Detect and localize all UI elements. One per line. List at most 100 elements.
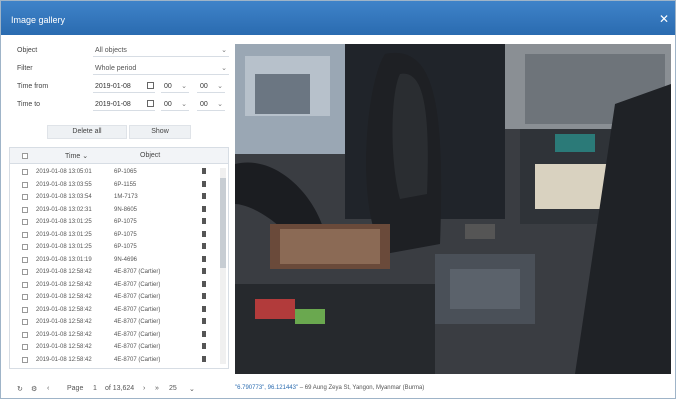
time-column-label: Time: [65, 153, 81, 160]
calendar-icon[interactable]: [147, 82, 154, 89]
image-gallery-window: Image gallery ✕ Object All objects ⌄ Fil…: [0, 0, 676, 399]
object-select[interactable]: All objects ⌄: [93, 44, 229, 57]
table-row[interactable]: 2019-01-08 12:58:42 4E-8707 (Cartier): [10, 291, 210, 304]
time-to-date-value: 2019-01-08: [95, 101, 131, 108]
trash-icon[interactable]: [202, 305, 206, 312]
row-checkbox[interactable]: [22, 281, 28, 288]
row-checkbox[interactable]: [22, 306, 28, 313]
table-row[interactable]: 2019-01-08 12:58:42 4E-8707 (Cartier): [10, 329, 210, 342]
row-checkbox[interactable]: [22, 169, 28, 175]
row-time: 2019-01-08 13:03:55: [36, 181, 92, 188]
camera-image: [235, 44, 671, 374]
trash-icon[interactable]: [202, 293, 206, 299]
time-from-minute-value: 00: [200, 83, 208, 90]
row-time: 2019-01-08 12:58:42: [36, 281, 92, 288]
trash-icon[interactable]: [202, 280, 206, 287]
page-total: of 13,624: [105, 385, 135, 392]
row-time: 2019-01-08 12:58:42: [36, 356, 92, 363]
object-value: All objects: [95, 47, 127, 54]
trash-icon[interactable]: [202, 230, 206, 237]
table-row[interactable]: 2019-01-08 13:05:01 6P-1065: [10, 166, 210, 179]
location-coordinates-link[interactable]: "6.790773", 96.121443": [235, 385, 298, 391]
show-button[interactable]: Show: [129, 125, 191, 139]
table-row[interactable]: 2019-01-08 13:02:31 9N-8605: [10, 204, 210, 217]
time-to-minute[interactable]: 00 ⌄: [197, 98, 225, 111]
row-checkbox[interactable]: [22, 181, 28, 188]
time-to-hour[interactable]: 00 ⌄: [161, 98, 189, 111]
table-row[interactable]: 2019-01-08 12:58:42 4E-8707 (Cartier): [10, 341, 210, 354]
trash-icon[interactable]: [202, 330, 206, 337]
table-row[interactable]: 2019-01-08 12:58:42 4E-8707 (Cartier): [10, 354, 210, 367]
calendar-icon[interactable]: [147, 100, 154, 107]
time-from-minute[interactable]: 00 ⌄: [197, 80, 225, 93]
table-row[interactable]: 2019-01-08 13:01:25 6P-1075: [10, 216, 210, 229]
time-column-header[interactable]: Time ⌄: [65, 152, 88, 160]
table-row[interactable]: 2019-01-08 13:01:25 6P-1075: [10, 229, 210, 242]
row-object: 6P-1075: [114, 244, 137, 250]
row-object: 4E-8707 (Cartier): [114, 344, 161, 350]
per-page-select[interactable]: 25: [169, 385, 177, 392]
trash-icon[interactable]: [202, 218, 206, 224]
trash-icon[interactable]: [202, 355, 206, 362]
scrollbar[interactable]: [220, 168, 226, 364]
page-input[interactable]: 1: [93, 385, 97, 392]
table-row[interactable]: 2019-01-08 12:58:42 4E-8707 (Cartier): [10, 279, 210, 292]
row-checkbox[interactable]: [22, 319, 28, 325]
row-checkbox[interactable]: [22, 231, 28, 238]
time-from-date[interactable]: 2019-01-08: [93, 80, 155, 93]
window-title: Image gallery: [11, 15, 66, 25]
table-row[interactable]: 2019-01-08 13:03:55 6P-1155: [10, 179, 210, 192]
delete-all-button[interactable]: Delete all: [47, 125, 127, 139]
image-list-table: Time ⌄ Object 2019-01-08 13:05:01 6P-1065…: [9, 147, 229, 369]
time-to-minute-value: 00: [200, 101, 208, 108]
row-time: 2019-01-08 12:58:42: [36, 319, 92, 325]
scrollbar-thumb[interactable]: [220, 178, 226, 268]
row-checkbox[interactable]: [22, 194, 28, 200]
trash-icon[interactable]: [202, 243, 206, 249]
previous-page-icon[interactable]: ‹: [47, 385, 49, 392]
trash-icon[interactable]: [202, 168, 206, 174]
trash-icon[interactable]: [202, 205, 206, 212]
table-row[interactable]: 2019-01-08 12:58:42 4E-8707 (Cartier): [10, 304, 210, 317]
close-icon[interactable]: ✕: [659, 12, 669, 26]
row-checkbox[interactable]: [22, 219, 28, 225]
table-row[interactable]: 2019-01-08 12:58:42 4E-8707 (Cartier): [10, 266, 210, 279]
trash-icon[interactable]: [202, 193, 206, 199]
page-settings-icon[interactable]: ⚙: [31, 385, 37, 393]
row-object: 6P-1075: [114, 231, 137, 238]
row-time: 2019-01-08 12:58:42: [36, 269, 92, 275]
filter-select[interactable]: Whole period ⌄: [93, 62, 229, 75]
select-all-checkbox[interactable]: [22, 153, 28, 159]
row-checkbox[interactable]: [22, 269, 28, 275]
row-checkbox[interactable]: [22, 244, 28, 250]
refresh-icon[interactable]: ↻: [17, 385, 23, 393]
time-to-date[interactable]: 2019-01-08: [93, 98, 155, 111]
trash-icon[interactable]: [202, 343, 206, 349]
row-checkbox[interactable]: [22, 294, 28, 300]
time-from-hour[interactable]: 00 ⌄: [161, 80, 189, 93]
row-checkbox[interactable]: [22, 331, 28, 338]
truck-cabin-photo: [235, 44, 671, 374]
image-location-caption: "6.790773", 96.121443" – 69 Aung Zeya St…: [235, 385, 424, 391]
row-object: 4E-8707 (Cartier): [114, 306, 161, 313]
trash-icon[interactable]: [202, 255, 206, 262]
trash-icon[interactable]: [202, 318, 206, 324]
last-page-icon[interactable]: »: [155, 385, 159, 392]
row-checkbox[interactable]: [22, 356, 28, 363]
time-to-label: Time to: [17, 101, 41, 108]
row-checkbox[interactable]: [22, 256, 28, 263]
chevron-down-icon: ⌄: [217, 83, 223, 90]
row-time: 2019-01-08 13:03:54: [36, 194, 92, 200]
row-checkbox[interactable]: [22, 344, 28, 350]
table-row[interactable]: 2019-01-08 13:01:19 9N-4696: [10, 254, 210, 267]
table-row[interactable]: 2019-01-08 12:58:42 4E-8707 (Cartier): [10, 316, 210, 329]
table-rows: 2019-01-08 13:05:01 6P-1065 2019-01-08 13:…: [10, 166, 210, 366]
table-row[interactable]: 2019-01-08 13:03:54 1M-7173: [10, 191, 210, 204]
object-row: Object All objects ⌄: [9, 43, 229, 59]
row-checkbox[interactable]: [22, 206, 28, 213]
object-column-header[interactable]: Object: [140, 152, 160, 159]
trash-icon[interactable]: [202, 268, 206, 274]
next-page-icon[interactable]: ›: [143, 385, 145, 392]
trash-icon[interactable]: [202, 180, 206, 187]
table-row[interactable]: 2019-01-08 13:01:25 6P-1075: [10, 241, 210, 254]
